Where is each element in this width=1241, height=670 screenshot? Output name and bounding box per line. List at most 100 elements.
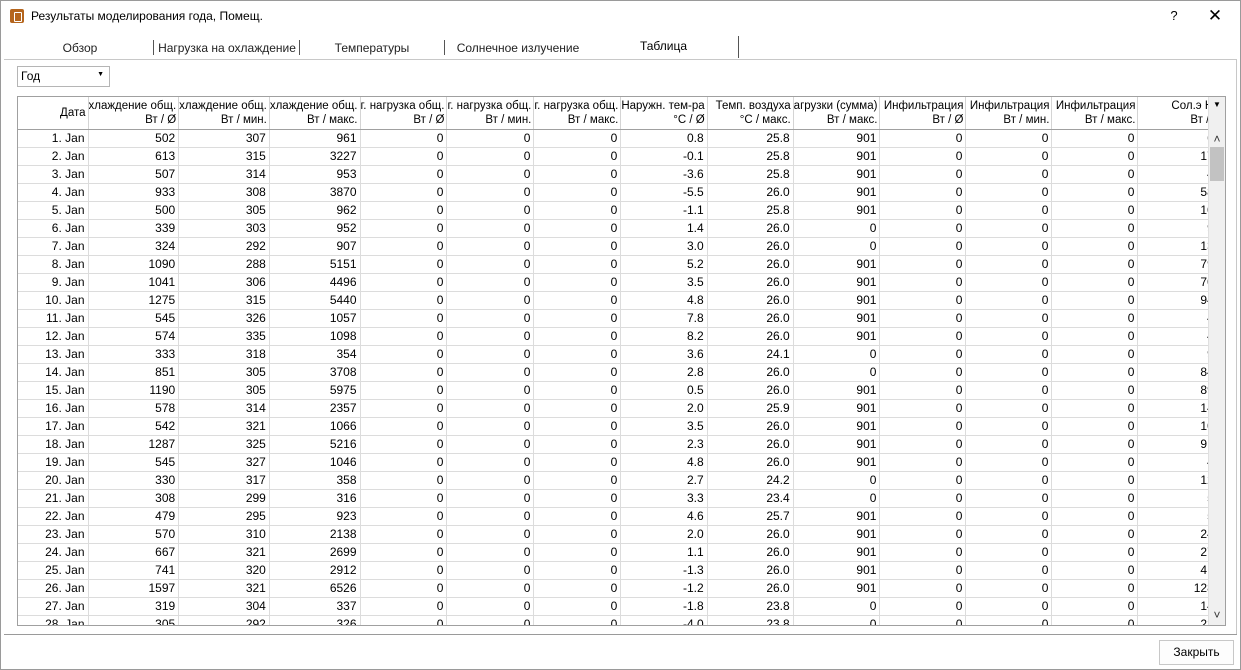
table-cell[interactable]: 0 — [965, 183, 1053, 202]
table-cell[interactable]: 0 — [1051, 597, 1139, 616]
table-row[interactable]: 13. Jan3333183540003.624.1000094 — [18, 345, 1225, 364]
table-cell[interactable]: 0 — [446, 525, 535, 544]
table-cell[interactable]: 0 — [533, 435, 622, 454]
table-cell[interactable]: 0 — [879, 597, 967, 616]
column-header[interactable]: г. нагрузка общ. Вт / мин. — [446, 97, 535, 130]
table-cell[interactable]: 0 — [360, 597, 448, 616]
table-cell[interactable]: 0 — [360, 165, 448, 184]
table-cell[interactable]: 0 — [446, 147, 535, 166]
table-cell[interactable]: 507 — [88, 165, 180, 184]
table-cell[interactable]: 0 — [879, 399, 967, 418]
table-row[interactable]: 2. Jan6133153227000-0.125.8901000177 — [18, 147, 1225, 166]
table-cell[interactable]: 26.0 — [707, 561, 794, 580]
table-cell[interactable]: 0 — [1051, 201, 1139, 220]
date-cell[interactable]: 22. Jan — [18, 507, 89, 526]
table-row[interactable]: 20. Jan3303173580002.724.20000127 — [18, 471, 1225, 490]
date-cell[interactable]: 28. Jan — [18, 615, 89, 625]
table-cell[interactable]: -1.2 — [620, 579, 708, 598]
table-cell[interactable]: 304 — [178, 597, 270, 616]
table-cell[interactable]: 901 — [793, 165, 881, 184]
table-cell[interactable]: 901 — [793, 579, 881, 598]
table-cell[interactable]: 0 — [1051, 165, 1139, 184]
table-cell[interactable]: 0 — [446, 381, 535, 400]
column-header[interactable]: Инфильтрация Вт / Ø — [879, 97, 967, 130]
table-cell[interactable]: 907 — [269, 237, 361, 256]
table-cell[interactable]: 0 — [1051, 435, 1139, 454]
table-cell[interactable]: 3.5 — [620, 273, 708, 292]
table-cell[interactable]: 0 — [1051, 327, 1139, 346]
table-cell[interactable]: 26.0 — [707, 381, 794, 400]
column-header[interactable]: Дата — [18, 97, 89, 130]
table-cell[interactable]: 5975 — [269, 381, 361, 400]
table-cell[interactable]: 0 — [446, 237, 535, 256]
table-cell[interactable]: 0 — [965, 543, 1053, 562]
scroll-down-icon[interactable]: ˅ — [1209, 607, 1225, 623]
table-cell[interactable]: 0 — [965, 165, 1053, 184]
table-cell[interactable]: 0 — [879, 417, 967, 436]
table-cell[interactable]: 321 — [178, 417, 270, 436]
table-cell[interactable]: 0 — [879, 615, 967, 625]
table-cell[interactable]: 0 — [965, 597, 1053, 616]
table-cell[interactable]: 0 — [533, 183, 622, 202]
table-cell[interactable]: 851 — [88, 363, 180, 382]
scroll-thumb[interactable] — [1210, 147, 1224, 181]
table-cell[interactable]: 0 — [360, 561, 448, 580]
table-cell[interactable]: 901 — [793, 291, 881, 310]
table-cell[interactable]: 4496 — [269, 273, 361, 292]
column-header[interactable]: Наружн. тем-ра °C / Ø — [620, 97, 708, 130]
table-cell[interactable]: 0 — [533, 489, 622, 508]
table-cell[interactable]: 0 — [533, 507, 622, 526]
table-cell[interactable]: 308 — [88, 489, 180, 508]
table-cell[interactable]: 3708 — [269, 363, 361, 382]
table-cell[interactable]: 26.0 — [707, 255, 794, 274]
date-cell[interactable]: 8. Jan — [18, 255, 89, 274]
date-cell[interactable]: 26. Jan — [18, 579, 89, 598]
table-cell[interactable]: 0 — [879, 327, 967, 346]
table-cell[interactable]: -5.5 — [620, 183, 708, 202]
table-cell[interactable]: -0.1 — [620, 147, 708, 166]
table-cell[interactable]: 0 — [965, 399, 1053, 418]
table-cell[interactable]: 901 — [793, 507, 881, 526]
table-cell[interactable]: 0 — [446, 399, 535, 418]
table-cell[interactable]: 0 — [533, 543, 622, 562]
table-cell[interactable]: 0.8 — [620, 129, 708, 148]
table-cell[interactable]: 326 — [178, 309, 270, 328]
table-cell[interactable]: 0 — [446, 561, 535, 580]
table-cell[interactable]: 613 — [88, 147, 180, 166]
table-cell[interactable]: 1190 — [88, 381, 180, 400]
table-cell[interactable]: 0 — [879, 147, 967, 166]
table-cell[interactable]: 0 — [533, 273, 622, 292]
table-cell[interactable]: 0 — [533, 615, 622, 625]
tab-cooling-load[interactable]: Нагрузка на охлаждение — [156, 34, 298, 62]
table-cell[interactable]: 0 — [360, 471, 448, 490]
table-cell[interactable]: 314 — [178, 165, 270, 184]
table-cell[interactable]: 0 — [446, 219, 535, 238]
table-cell[interactable]: 0 — [879, 255, 967, 274]
tab-overview[interactable]: Обзор — [31, 34, 129, 62]
table-row[interactable]: 5. Jan500305962000-1.125.8901000101 — [18, 201, 1225, 220]
table-cell[interactable]: 6526 — [269, 579, 361, 598]
tab-temperatures[interactable]: Температуры — [306, 34, 438, 62]
table-cell[interactable]: 0 — [1051, 273, 1139, 292]
table-cell[interactable]: 2.8 — [620, 363, 708, 382]
table-cell[interactable]: 319 — [88, 597, 180, 616]
date-cell[interactable]: 23. Jan — [18, 525, 89, 544]
table-cell[interactable]: 0 — [533, 237, 622, 256]
table-row[interactable]: 10. Jan127531554400004.826.0901000945 — [18, 291, 1225, 310]
table-cell[interactable]: 5.2 — [620, 255, 708, 274]
table-cell[interactable]: 0 — [879, 129, 967, 148]
table-cell[interactable]: 305 — [88, 615, 180, 625]
table-cell[interactable]: 24.1 — [707, 345, 794, 364]
table-cell[interactable]: 4.8 — [620, 453, 708, 472]
table-cell[interactable]: 0 — [533, 129, 622, 148]
table-cell[interactable]: 339 — [88, 219, 180, 238]
table-row[interactable]: 4. Jan9333083870000-5.526.0901000580 — [18, 183, 1225, 202]
table-cell[interactable]: 1066 — [269, 417, 361, 436]
table-cell[interactable]: 0 — [533, 327, 622, 346]
table-cell[interactable]: 542 — [88, 417, 180, 436]
period-select[interactable]: Год ▼ — [17, 66, 110, 87]
table-cell[interactable]: 0 — [965, 327, 1053, 346]
column-menu-icon[interactable]: ▼ — [1209, 97, 1225, 113]
table-cell[interactable]: 0 — [965, 489, 1053, 508]
table-cell[interactable]: 1287 — [88, 435, 180, 454]
